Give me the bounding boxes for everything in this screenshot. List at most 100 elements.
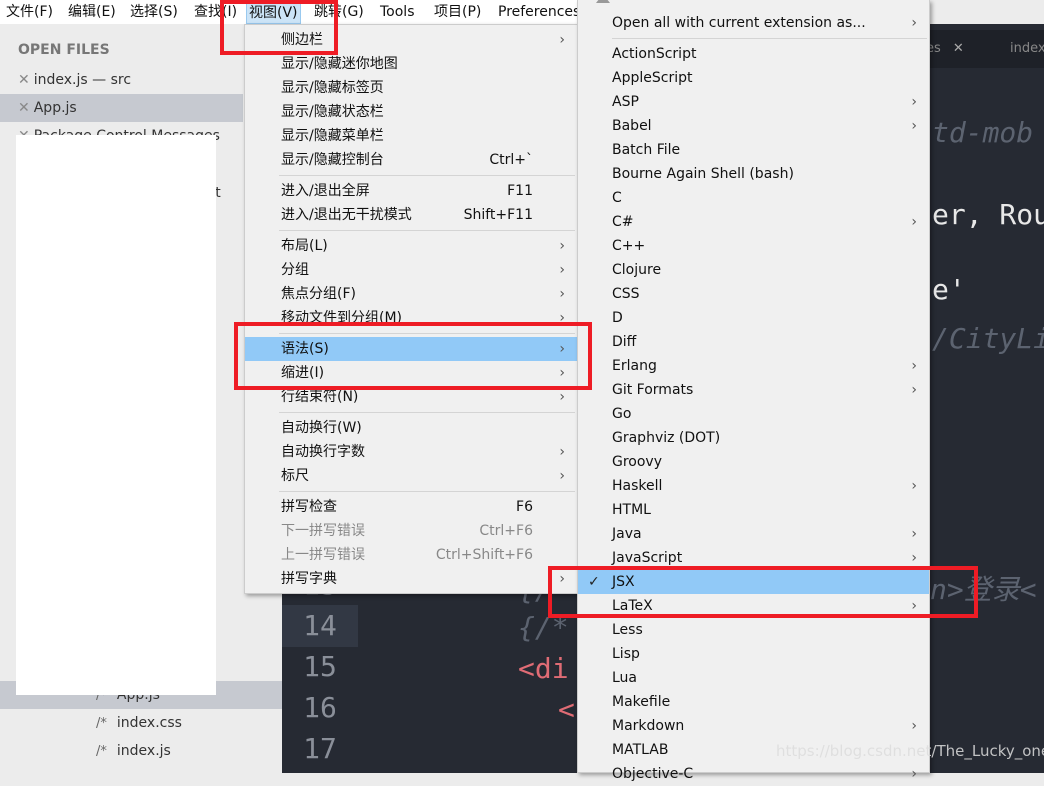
- chevron-right-icon: ›: [911, 382, 917, 398]
- chevron-right-icon: ›: [911, 766, 917, 782]
- tab-close-icon[interactable]: ✕: [953, 41, 964, 56]
- syntax-menu-item[interactable]: Diff: [578, 330, 929, 354]
- chevron-right-icon: ›: [911, 358, 917, 374]
- view-menu-item[interactable]: 下一拼写错误 Ctrl+F6: [245, 519, 577, 543]
- view-menu-item[interactable]: 标尺 ›: [245, 464, 577, 488]
- open-file-item[interactable]: ✕ index.js — src: [0, 66, 243, 94]
- syntax-menu-item[interactable]: Markdown ›: [578, 714, 929, 738]
- syntax-menu-item[interactable]: Objective-C ›: [578, 762, 929, 786]
- menu-separator: [279, 175, 575, 176]
- view-menu-item[interactable]: 拼写检查 F6: [245, 495, 577, 519]
- syntax-menu-item[interactable]: Bourne Again Shell (bash): [578, 162, 929, 186]
- syntax-menu-item[interactable]: Batch File: [578, 138, 929, 162]
- syntax-submenu: Open all with current extension as... › Ac…: [577, 0, 930, 782]
- menu-item-label: Clojure: [612, 262, 662, 278]
- syntax-menu-item[interactable]: HTML: [578, 498, 929, 522]
- menu-separator: [279, 412, 575, 413]
- syntax-menu-item[interactable]: C# ›: [578, 210, 929, 234]
- syntax-menu-item[interactable]: Graphviz (DOT): [578, 426, 929, 450]
- syntax-menu-item[interactable]: C++: [578, 234, 929, 258]
- menu-item-label: 下一拼写错误: [281, 523, 365, 539]
- menu-item-label: CSS: [612, 286, 640, 302]
- view-menu-item[interactable]: 焦点分组(F) ›: [245, 282, 577, 306]
- view-menu-item[interactable]: 自动换行字数 ›: [245, 440, 577, 464]
- chevron-right-icon: ›: [911, 526, 917, 542]
- tree-file-item[interactable]: /* index.css: [0, 709, 282, 737]
- chevron-right-icon: ›: [559, 238, 565, 254]
- menu-item-label: C: [612, 190, 622, 206]
- menu-0[interactable]: 文件(F): [4, 0, 55, 24]
- syntax-menu-item[interactable]: Groovy: [578, 450, 929, 474]
- menu-separator: [612, 38, 927, 39]
- syntax-menu-item[interactable]: Git Formats ›: [578, 378, 929, 402]
- syntax-menu-item[interactable]: Java ›: [578, 522, 929, 546]
- menu-item-label: ASP: [612, 94, 639, 110]
- view-menu-item[interactable]: 分组 ›: [245, 258, 577, 282]
- menu-item-shortcut: F11: [507, 183, 533, 199]
- syntax-menu-item[interactable]: Babel ›: [578, 114, 929, 138]
- view-menu-item[interactable]: 显示/隐藏控制台 Ctrl+`: [245, 148, 577, 172]
- view-menu-item[interactable]: 显示/隐藏迷你地图: [245, 52, 577, 76]
- line-number: 15: [303, 650, 337, 683]
- view-menu-item[interactable]: 显示/隐藏状态栏: [245, 100, 577, 124]
- menu-8[interactable]: Preferences: [496, 0, 582, 24]
- menu-item-label: 焦点分组(F): [281, 286, 356, 302]
- chevron-right-icon: ›: [559, 32, 565, 48]
- view-menu: 侧边栏 › 显示/隐藏迷你地图 显示/隐藏标签页 显示/隐藏状态栏 显示/隐藏菜单栏 显示/…: [244, 24, 578, 594]
- syntax-menu-item[interactable]: Lisp: [578, 642, 929, 666]
- menu-item-label: 显示/隐藏标签页: [281, 80, 384, 96]
- menu-item-label: Haskell: [612, 478, 663, 494]
- menu-item-label: 行结束符(N): [281, 389, 359, 405]
- file-label: App.js: [33, 100, 77, 116]
- menu-item-label: 上一拼写错误: [281, 547, 365, 563]
- menu-item-label: Graphviz (DOT): [612, 430, 721, 446]
- view-menu-item[interactable]: 布局(L) ›: [245, 234, 577, 258]
- menu-item-label: 标尺: [281, 468, 309, 484]
- syntax-menu-item[interactable]: C: [578, 186, 929, 210]
- close-icon[interactable]: ✕: [18, 100, 30, 116]
- syntax-menu-item[interactable]: Haskell ›: [578, 474, 929, 498]
- syntax-menu-item[interactable]: Clojure: [578, 258, 929, 282]
- view-menu-item[interactable]: 拼写字典 ›: [245, 567, 577, 591]
- view-menu-item[interactable]: 显示/隐藏菜单栏: [245, 124, 577, 148]
- redaction-mask: [16, 135, 216, 695]
- menu-item-label: Batch File: [612, 142, 681, 158]
- syntax-menu-item[interactable]: Lua: [578, 666, 929, 690]
- syntax-menu-item[interactable]: D: [578, 306, 929, 330]
- chevron-right-icon: ›: [559, 468, 565, 484]
- menu-item-label: 自动换行字数: [281, 444, 365, 460]
- menu-1[interactable]: 编辑(E): [66, 0, 118, 24]
- open-file-item[interactable]: ✕ App.js: [0, 94, 243, 122]
- chevron-right-icon: ›: [911, 214, 917, 230]
- syntax-menu-item[interactable]: Makefile: [578, 690, 929, 714]
- line-number: 17: [303, 732, 337, 765]
- menu-item-label: AppleScript: [612, 70, 693, 86]
- syntax-menu-item[interactable]: AppleScript: [578, 66, 929, 90]
- view-menu-item[interactable]: 显示/隐藏标签页: [245, 76, 577, 100]
- tab-index[interactable]: index: [1010, 30, 1044, 68]
- syntax-menu-item[interactable]: ActionScript: [578, 42, 929, 66]
- syntax-menu-item[interactable]: Go: [578, 402, 929, 426]
- scroll-up-icon[interactable]: [596, 0, 610, 3]
- close-icon[interactable]: ✕: [18, 72, 30, 88]
- view-menu-item[interactable]: 进入/退出无干扰模式 Shift+F11: [245, 203, 577, 227]
- menu-item-shortcut: Ctrl+`: [489, 152, 533, 168]
- menu-6[interactable]: Tools: [378, 0, 417, 24]
- syntax-menu-item[interactable]: Less: [578, 618, 929, 642]
- menu-item-shortcut: Shift+F11: [463, 207, 533, 223]
- view-menu-item[interactable]: 进入/退出全屏 F11: [245, 179, 577, 203]
- menu-item-label: 显示/隐藏控制台: [281, 152, 384, 168]
- syntax-menu-item[interactable]: CSS: [578, 282, 929, 306]
- menu-7[interactable]: 项目(P): [432, 0, 483, 24]
- menu-2[interactable]: 选择(S): [128, 0, 180, 24]
- syntax-menu-item[interactable]: Open all with current extension as... ›: [578, 11, 929, 35]
- tree-file-item[interactable]: /* index.js: [0, 737, 282, 765]
- syntax-menu-item[interactable]: ASP ›: [578, 90, 929, 114]
- view-menu-item[interactable]: 上一拼写错误 Ctrl+Shift+F6: [245, 543, 577, 567]
- syntax-menu-item[interactable]: Erlang ›: [578, 354, 929, 378]
- menu-item-label: 进入/退出全屏: [281, 183, 370, 199]
- view-menu-item[interactable]: 自动换行(W): [245, 416, 577, 440]
- menu-item-label: Git Formats: [612, 382, 694, 398]
- tab-partial[interactable]: es ✕: [926, 30, 964, 68]
- menu-item-label: Diff: [612, 334, 637, 350]
